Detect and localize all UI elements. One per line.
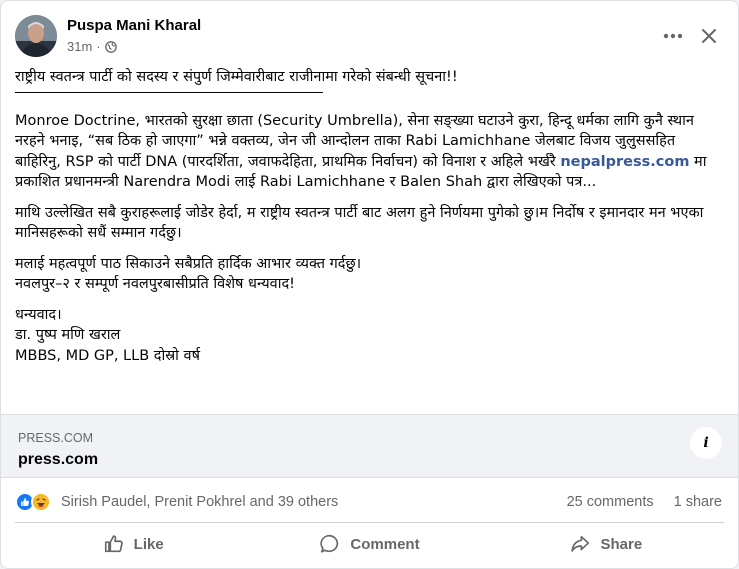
comment-button[interactable]: Comment [251,525,487,563]
meta-separator: · [96,39,101,54]
globe-icon [104,40,117,53]
comments-count[interactable]: 25 comments [567,494,654,510]
signature-name: डा. पुष्प मणि खराल [15,327,121,343]
actions-divider [15,522,724,523]
share-icon [571,535,590,552]
haha-reaction-icon [31,492,51,512]
signature-credentials: MBBS, MD GP, LLB दोस्रो वर्ष [15,347,200,364]
reactor-names[interactable]: Sirish Paudel, Prenit Pokhrel and 39 oth… [61,494,338,510]
link-preview[interactable]: PRESS.COM press.com i [1,414,738,478]
post-meta: 31m · [67,39,117,54]
comment-icon [320,534,339,553]
engagement-counts: 25 comments 1 share [567,494,722,510]
share-label: Share [600,535,643,553]
nepalpress-link[interactable]: nepalpress.com [560,154,689,170]
signature-thanks: धन्यवाद। [15,306,62,323]
action-bar: Like Comment Share [15,525,724,563]
like-label: Like [133,535,164,553]
post-paragraph-1: Monroe Doctrine, भारतको सुरक्षा छाता (Se… [15,111,720,193]
post-body: राष्ट्रीय स्वतन्त्र पार्टी को सदस्य र सं… [15,67,720,366]
more-options-icon[interactable] [658,21,688,51]
reaction-icons[interactable] [15,492,51,512]
author-avatar[interactable] [15,15,57,57]
like-icon [104,535,123,553]
post-paragraph-2: माथि उल्लेखित सबै कुराहरूलाई जोडेर हेर्द… [15,204,704,242]
info-icon[interactable]: i [690,427,722,459]
author-name[interactable]: Puspa Mani Kharal [67,17,201,34]
post-card: Puspa Mani Kharal 31m · राष्ट्रीय स्वतन्… [0,0,739,569]
shares-count[interactable]: 1 share [674,494,722,510]
like-button[interactable]: Like [15,525,251,563]
close-icon[interactable] [694,21,724,51]
post-paragraph-3-line-1: मलाई महत्वपूर्ण पाठ सिकाउने सबैप्रति हार… [15,255,362,272]
link-site-title[interactable]: press.com [18,451,98,469]
post-time[interactable]: 31m [67,39,92,54]
post-paragraph-3-line-2: नवलपुर–२ र सम्पूर्ण नवलपुरबासीप्रति विशे… [15,276,295,292]
post-stats: Sirish Paudel, Prenit Pokhrel and 39 oth… [15,491,722,515]
post-title: राष्ट्रीय स्वतन्त्र पार्टी को सदस्य र सं… [15,69,458,85]
post-header: Puspa Mani Kharal 31m · [15,15,724,61]
title-underline [15,91,323,93]
share-button[interactable]: Share [488,525,724,563]
link-domain: PRESS.COM [18,431,94,445]
comment-label: Comment [350,535,420,553]
